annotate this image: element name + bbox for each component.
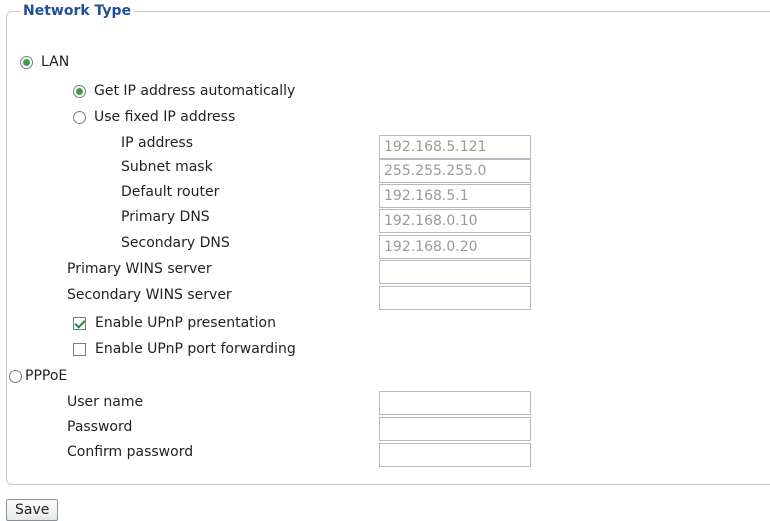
- lan-option[interactable]: LAN: [20, 51, 69, 73]
- lan-radio[interactable]: [20, 55, 33, 69]
- upnp-port-forwarding-checkbox[interactable]: [73, 342, 86, 356]
- ip-fixed-option[interactable]: Use fixed IP address: [73, 106, 235, 128]
- ip-fixed-label: Use fixed IP address: [94, 109, 236, 125]
- secondary-dns-input[interactable]: [379, 235, 531, 259]
- confirm-password-input[interactable]: [379, 443, 531, 467]
- secondary-wins-label: Secondary WINS server: [67, 287, 232, 303]
- ip-fixed-radio[interactable]: [73, 110, 86, 124]
- upnp-presentation-option[interactable]: Enable UPnP presentation: [73, 312, 276, 334]
- primary-dns-input[interactable]: [379, 209, 531, 233]
- ip-address-label: IP address: [121, 135, 194, 151]
- default-router-label: Default router: [121, 184, 220, 200]
- user-name-input[interactable]: [379, 391, 531, 415]
- section-legend: Network Type: [20, 2, 135, 20]
- primary-wins-input[interactable]: [379, 260, 531, 284]
- ip-auto-option[interactable]: Get IP address automatically: [73, 80, 295, 102]
- subnet-mask-input[interactable]: [379, 159, 531, 183]
- password-label: Password: [67, 419, 133, 435]
- save-button[interactable]: Save: [6, 499, 59, 521]
- pppoe-label: PPPoE: [25, 368, 68, 384]
- pppoe-option[interactable]: PPPoE: [9, 365, 67, 387]
- pppoe-radio[interactable]: [9, 369, 22, 383]
- secondary-wins-input[interactable]: [379, 286, 531, 310]
- ip-address-input[interactable]: [379, 135, 531, 159]
- default-router-input[interactable]: [379, 184, 531, 208]
- subnet-mask-label: Subnet mask: [121, 159, 213, 175]
- ip-auto-label: Get IP address automatically: [94, 83, 296, 99]
- confirm-password-label: Confirm password: [67, 444, 194, 460]
- secondary-dns-label: Secondary DNS: [121, 235, 230, 251]
- password-input[interactable]: [379, 417, 531, 441]
- upnp-presentation-checkbox[interactable]: [73, 316, 86, 330]
- primary-wins-label: Primary WINS server: [67, 261, 212, 277]
- ip-auto-radio[interactable]: [73, 84, 86, 98]
- upnp-port-forwarding-option[interactable]: Enable UPnP port forwarding: [73, 338, 296, 360]
- upnp-presentation-label: Enable UPnP presentation: [95, 315, 276, 331]
- primary-dns-label: Primary DNS: [121, 209, 210, 225]
- upnp-port-forwarding-label: Enable UPnP port forwarding: [95, 341, 296, 357]
- user-name-label: User name: [67, 394, 144, 410]
- lan-label: LAN: [41, 54, 70, 70]
